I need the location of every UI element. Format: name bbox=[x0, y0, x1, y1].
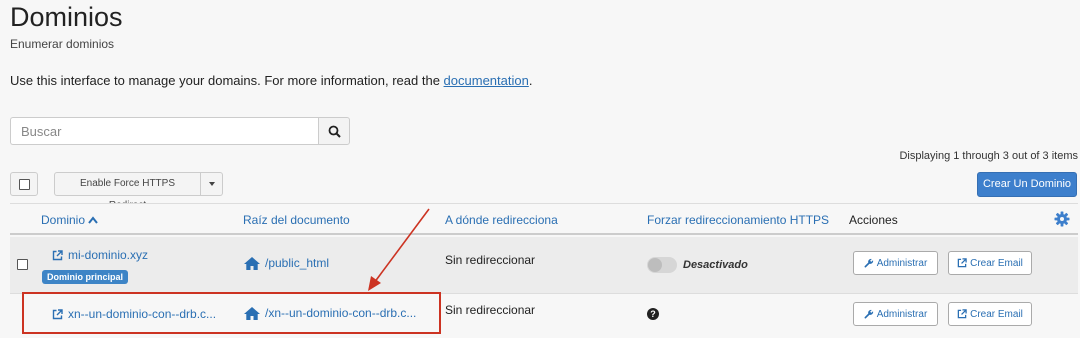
annotation-arrow-icon bbox=[368, 208, 430, 291]
wrench-icon bbox=[864, 309, 874, 319]
domain-name: mi-dominio.xyz bbox=[68, 248, 149, 262]
column-header-force-https[interactable]: Forzar redireccionamiento HTTPS bbox=[647, 213, 829, 227]
intro-text-end: . bbox=[528, 73, 533, 88]
pagination-summary: Displaying 1 through 3 out of 3 items bbox=[899, 150, 1078, 162]
checkbox-box bbox=[17, 259, 28, 270]
manage-button[interactable]: Administrar bbox=[853, 302, 938, 326]
search-input[interactable] bbox=[10, 117, 318, 145]
redirect-value: Sin redireccionar bbox=[445, 303, 536, 317]
manage-button-label: Administrar bbox=[876, 257, 928, 269]
domain-link[interactable]: mi-dominio.xyz bbox=[52, 248, 148, 262]
select-all-checkbox[interactable] bbox=[10, 172, 38, 196]
column-header-docroot[interactable]: Raíz del documento bbox=[243, 213, 350, 227]
external-link-icon bbox=[957, 309, 967, 319]
https-redirect-group: Enable Force HTTPS Redirect bbox=[54, 172, 223, 211]
wrench-icon bbox=[864, 258, 874, 268]
create-domain-button[interactable]: Crear Un Dominio bbox=[977, 172, 1077, 197]
docroot-path: /public_html bbox=[265, 256, 330, 270]
page-title: Dominios bbox=[10, 2, 123, 32]
create-email-button[interactable]: Crear Email bbox=[948, 251, 1032, 275]
create-email-label: Crear Email bbox=[970, 308, 1023, 320]
table-row: mi-dominio.xyz Dominio principal /public… bbox=[10, 237, 1078, 294]
external-link-icon bbox=[52, 249, 63, 261]
toggle-knob bbox=[648, 258, 662, 272]
column-header-domain[interactable]: Dominio bbox=[41, 213, 98, 227]
intro-text: Use this interface to manage your domain… bbox=[10, 73, 532, 88]
force-https-status: Desactivado bbox=[683, 259, 748, 271]
redirect-value: Sin redireccionar bbox=[445, 253, 536, 267]
documentation-link[interactable]: documentation bbox=[444, 73, 529, 88]
checkbox-box bbox=[18, 178, 30, 190]
column-header-domain-label: Dominio bbox=[41, 213, 86, 227]
manage-button[interactable]: Administrar bbox=[853, 251, 938, 275]
docroot-link[interactable]: /public_html bbox=[244, 256, 329, 270]
search-button[interactable] bbox=[318, 117, 350, 145]
enable-https-redirect-button[interactable]: Enable Force HTTPS Redirect bbox=[54, 172, 201, 211]
search-icon bbox=[328, 125, 341, 138]
column-header-redirect[interactable]: A dónde redirecciona bbox=[445, 213, 558, 227]
caret-down-icon bbox=[208, 182, 215, 186]
primary-domain-badge: Dominio principal bbox=[42, 270, 129, 284]
annotation-highlight-box bbox=[22, 292, 441, 334]
sort-ascending-icon bbox=[88, 216, 98, 224]
https-redirect-dropdown-toggle[interactable] bbox=[201, 172, 223, 196]
question-circle-icon: ? bbox=[647, 308, 659, 320]
create-email-label: Crear Email bbox=[970, 257, 1023, 269]
external-link-icon bbox=[957, 258, 967, 268]
create-email-button[interactable]: Crear Email bbox=[948, 302, 1032, 326]
intro-text-body: Use this interface to manage your domain… bbox=[10, 73, 444, 88]
column-header-actions: Acciones bbox=[849, 213, 898, 227]
page-subtitle: Enumerar dominios bbox=[10, 37, 115, 51]
row-checkbox[interactable] bbox=[17, 259, 28, 270]
manage-button-label: Administrar bbox=[876, 308, 928, 320]
settings-gear-icon[interactable] bbox=[1054, 211, 1070, 227]
table-header: Dominio Raíz del documento A dónde redir… bbox=[10, 203, 1078, 235]
force-https-toggle[interactable] bbox=[647, 257, 677, 273]
home-icon bbox=[244, 256, 260, 270]
